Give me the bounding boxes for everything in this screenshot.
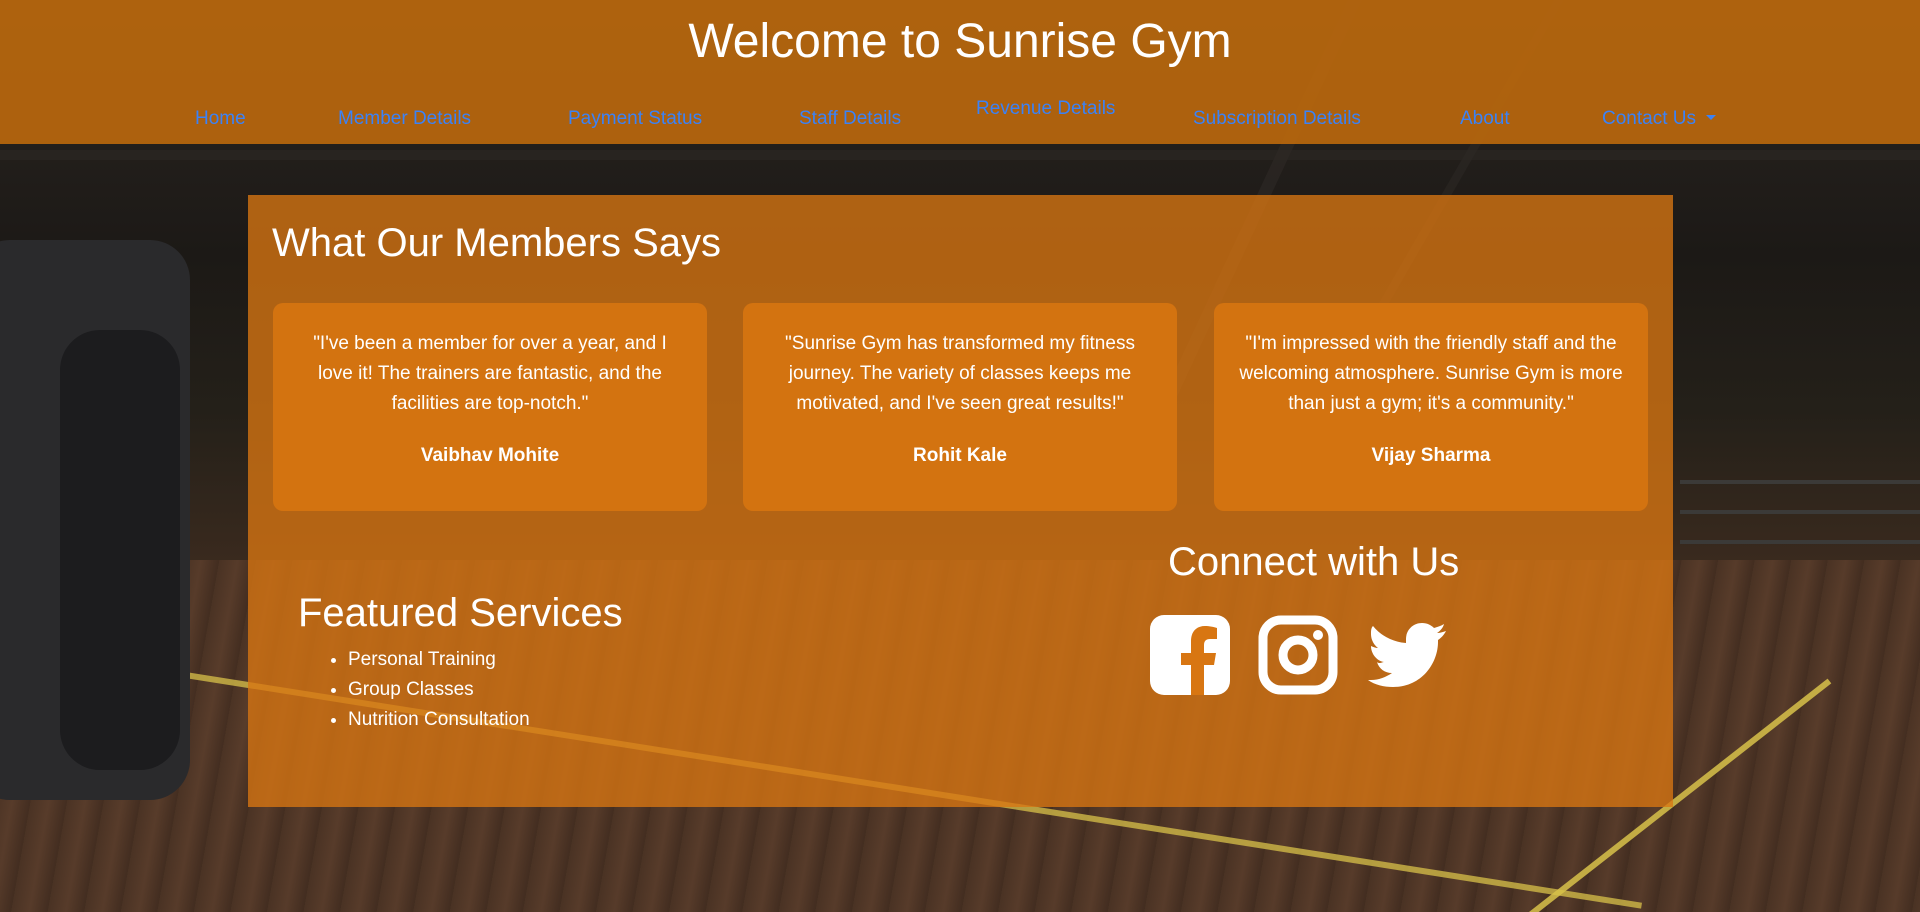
testimonial-quote: "Sunrise Gym has transformed my fitness …: [785, 333, 1135, 414]
testimonial-author: Vijay Sharma: [1371, 445, 1491, 466]
testimonial-author: Vaibhav Mohite: [420, 445, 560, 466]
nav-staff-details[interactable]: Staff Details: [799, 108, 901, 130]
connect-title: Connect with Us: [1168, 540, 1460, 584]
services-list: Personal Training Group Classes Nutritio…: [298, 645, 530, 735]
chevron-down-icon: [1705, 115, 1716, 120]
nav-contact-us[interactable]: Contact Us: [1602, 108, 1716, 130]
list-item: Group Classes: [348, 675, 530, 705]
testimonial-card: "I'm impressed with the friendly staff a…: [1214, 303, 1648, 511]
instagram-icon[interactable]: [1258, 615, 1338, 700]
testimonial-quote: "I've been a member for over a year, and…: [313, 333, 667, 414]
nav-subscription-details[interactable]: Subscription Details: [1193, 108, 1361, 130]
content-panel: What Our Members Says "I've been a membe…: [248, 195, 1673, 807]
testimonial-card: "I've been a member for over a year, and…: [273, 303, 707, 511]
testimonial-author: Rohit Kale: [913, 445, 1007, 466]
twitter-icon[interactable]: [1366, 615, 1448, 700]
nav-payment-status[interactable]: Payment Status: [568, 108, 702, 130]
nav-revenue-details[interactable]: Revenue Details: [976, 98, 1115, 120]
site-header: Welcome to Sunrise Gym Home Member Detai…: [0, 0, 1920, 144]
nav-home[interactable]: Home: [195, 108, 246, 130]
site-title: Welcome to Sunrise Gym: [688, 15, 1232, 68]
testimonial-quote: "I'm impressed with the friendly staff a…: [1239, 333, 1623, 414]
testimonial-card: "Sunrise Gym has transformed my fitness …: [743, 303, 1177, 511]
testimonials-title: What Our Members Says: [272, 221, 722, 265]
list-item: Nutrition Consultation: [348, 705, 530, 735]
nav-member-details[interactable]: Member Details: [338, 108, 471, 130]
services-title: Featured Services: [298, 591, 623, 635]
nav-about[interactable]: About: [1460, 108, 1510, 130]
facebook-icon[interactable]: [1150, 615, 1230, 700]
nav-contact-us-label: Contact Us: [1602, 108, 1696, 129]
list-item: Personal Training: [348, 645, 530, 675]
